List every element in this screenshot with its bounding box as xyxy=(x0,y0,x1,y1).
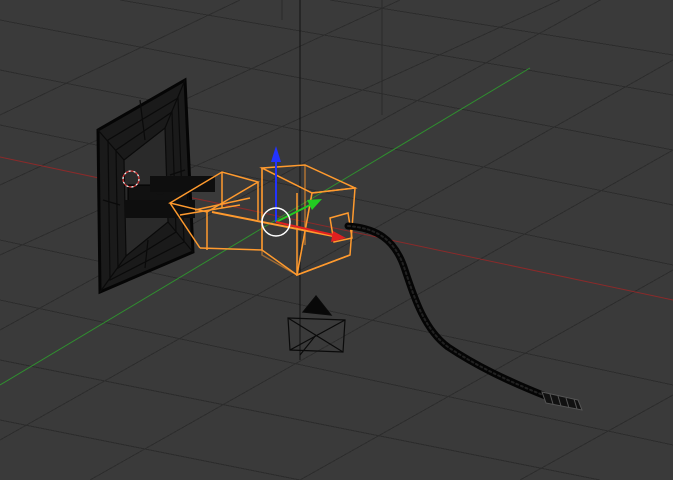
camera-object[interactable] xyxy=(287,295,346,356)
3d-viewport[interactable] xyxy=(0,0,673,480)
cable[interactable] xyxy=(344,222,552,401)
gizmo-z-arrow-icon[interactable] xyxy=(271,146,281,162)
camera-up-triangle-icon xyxy=(301,295,333,316)
viewport-canvas[interactable] xyxy=(0,0,673,480)
cable-connector[interactable] xyxy=(541,391,583,411)
